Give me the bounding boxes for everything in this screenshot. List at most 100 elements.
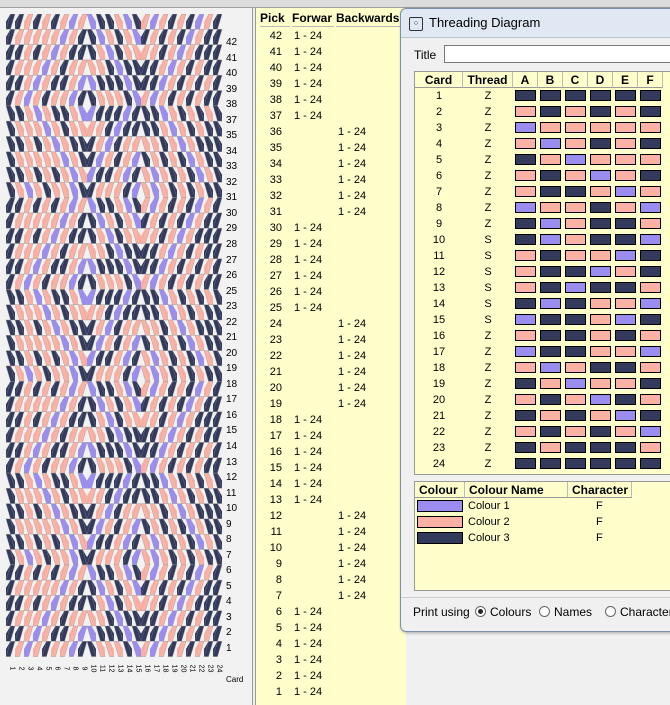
hole-colour-swatch[interactable] (590, 154, 611, 165)
hole-colour-swatch[interactable] (590, 218, 611, 229)
hole-colour-swatch[interactable] (565, 122, 586, 133)
print-colours-label[interactable]: Colours (490, 605, 531, 619)
pick-row[interactable]: 33 1 - 24 (256, 172, 406, 188)
hole-a-header[interactable]: A (513, 72, 538, 88)
card-row[interactable]: 18 Z (415, 360, 670, 376)
hole-colour-swatch[interactable] (590, 122, 611, 133)
hole-colour-swatch[interactable] (540, 458, 561, 469)
hole-colour-swatch[interactable] (540, 170, 561, 181)
card-row[interactable]: 17 Z (415, 344, 670, 360)
colour-swatch[interactable] (417, 532, 463, 544)
pick-row[interactable]: 40 1 - 24 (256, 60, 406, 76)
thread-direction-cell[interactable]: Z (463, 344, 513, 360)
hole-colour-swatch[interactable] (540, 282, 561, 293)
hole-colour-swatch[interactable] (565, 218, 586, 229)
hole-colour-swatch[interactable] (640, 282, 661, 293)
pick-row[interactable]: 16 1 - 24 (256, 444, 406, 460)
thread-direction-cell[interactable]: Z (463, 376, 513, 392)
forward-column-header[interactable]: Forwar (292, 10, 334, 27)
thread-direction-cell[interactable]: Z (463, 408, 513, 424)
hole-colour-swatch[interactable] (590, 266, 611, 277)
hole-colour-swatch[interactable] (640, 154, 661, 165)
card-row[interactable]: 7Z (415, 184, 670, 200)
hole-colour-swatch[interactable] (615, 266, 636, 277)
hole-colour-swatch[interactable] (515, 314, 536, 325)
hole-colour-swatch[interactable] (590, 250, 611, 261)
card-row[interactable]: 8Z (415, 200, 670, 216)
hole-colour-swatch[interactable] (515, 154, 536, 165)
thread-direction-cell[interactable]: S (463, 312, 513, 328)
hole-colour-swatch[interactable] (515, 122, 536, 133)
colour-swatch[interactable] (417, 500, 463, 512)
thread-direction-cell[interactable]: Z (463, 136, 513, 152)
card-row[interactable]: 20 Z (415, 392, 670, 408)
dialog-titlebar[interactable]: ⁘ Threading Diagram (401, 9, 670, 38)
hole-b-header[interactable]: B (538, 72, 563, 88)
hole-colour-swatch[interactable] (640, 410, 661, 421)
hole-colour-swatch[interactable] (640, 202, 661, 213)
thread-direction-cell[interactable]: Z (463, 168, 513, 184)
card-row[interactable]: 24 Z (415, 456, 670, 472)
hole-colour-swatch[interactable] (565, 186, 586, 197)
hole-colour-swatch[interactable] (615, 298, 636, 309)
card-row[interactable]: 22 Z (415, 424, 670, 440)
pick-row[interactable]: 21 1 - 24 (256, 364, 406, 380)
pick-row[interactable]: 6 1 - 24 (256, 604, 406, 620)
colour-character[interactable]: F (596, 498, 603, 514)
hole-colour-swatch[interactable] (590, 106, 611, 117)
pick-row[interactable]: 10 1 - 24 (256, 540, 406, 556)
card-row[interactable]: 16 Z (415, 328, 670, 344)
thread-direction-cell[interactable]: Z (463, 392, 513, 408)
hole-colour-swatch[interactable] (565, 106, 586, 117)
hole-colour-swatch[interactable] (540, 346, 561, 357)
print-names-radio[interactable] (539, 606, 550, 617)
thread-direction-cell[interactable]: Z (463, 424, 513, 440)
hole-colour-swatch[interactable] (540, 266, 561, 277)
hole-colour-swatch[interactable] (565, 170, 586, 181)
hole-colour-swatch[interactable] (640, 90, 661, 101)
pick-row[interactable]: 17 1 - 24 (256, 428, 406, 444)
thread-direction-cell[interactable]: Z (463, 216, 513, 232)
hole-colour-swatch[interactable] (640, 346, 661, 357)
hole-colour-swatch[interactable] (515, 442, 536, 453)
hole-colour-swatch[interactable] (565, 442, 586, 453)
colour-row[interactable]: Colour 2 F (415, 514, 670, 530)
thread-direction-cell[interactable]: Z (463, 184, 513, 200)
pick-row[interactable]: 14 1 - 24 (256, 476, 406, 492)
hole-colour-swatch[interactable] (540, 314, 561, 325)
pick-row[interactable]: 22 1 - 24 (256, 348, 406, 364)
print-colours-radio[interactable] (475, 606, 486, 617)
pick-row[interactable]: 24 1 - 24 (256, 316, 406, 332)
colour-character[interactable]: F (596, 514, 603, 530)
pick-row[interactable]: 37 1 - 24 (256, 108, 406, 124)
hole-colour-swatch[interactable] (540, 298, 561, 309)
hole-colour-swatch[interactable] (590, 186, 611, 197)
card-row[interactable]: 14 S (415, 296, 670, 312)
hole-colour-swatch[interactable] (540, 138, 561, 149)
hole-colour-swatch[interactable] (565, 362, 586, 373)
hole-colour-swatch[interactable] (540, 330, 561, 341)
hole-colour-swatch[interactable] (565, 394, 586, 405)
hole-colour-swatch[interactable] (540, 106, 561, 117)
hole-colour-swatch[interactable] (590, 202, 611, 213)
hole-colour-swatch[interactable] (515, 298, 536, 309)
card-row[interactable]: 4Z (415, 136, 670, 152)
thread-direction-cell[interactable]: S (463, 296, 513, 312)
hole-colour-swatch[interactable] (590, 138, 611, 149)
pick-row[interactable]: 39 1 - 24 (256, 76, 406, 92)
hole-colour-swatch[interactable] (540, 394, 561, 405)
pick-row[interactable]: 30 1 - 24 (256, 220, 406, 236)
pick-row[interactable]: 1 1 - 24 (256, 684, 406, 700)
hole-colour-swatch[interactable] (590, 234, 611, 245)
print-names-label[interactable]: Names (554, 605, 592, 619)
hole-colour-swatch[interactable] (515, 330, 536, 341)
hole-colour-swatch[interactable] (590, 426, 611, 437)
hole-colour-swatch[interactable] (590, 298, 611, 309)
threading-grid[interactable]: Card Thread ABCDEF 1 Z 2 Z 3 Z 4 Z 5 Z 6 Z 7 Z 8 Z 9 Z 10 S… (414, 71, 670, 475)
hole-colour-swatch[interactable] (565, 346, 586, 357)
colour-swatch[interactable] (417, 516, 463, 528)
hole-colour-swatch[interactable] (565, 314, 586, 325)
hole-colour-swatch[interactable] (615, 202, 636, 213)
hole-c-header[interactable]: C (563, 72, 588, 88)
hole-colour-swatch[interactable] (590, 362, 611, 373)
